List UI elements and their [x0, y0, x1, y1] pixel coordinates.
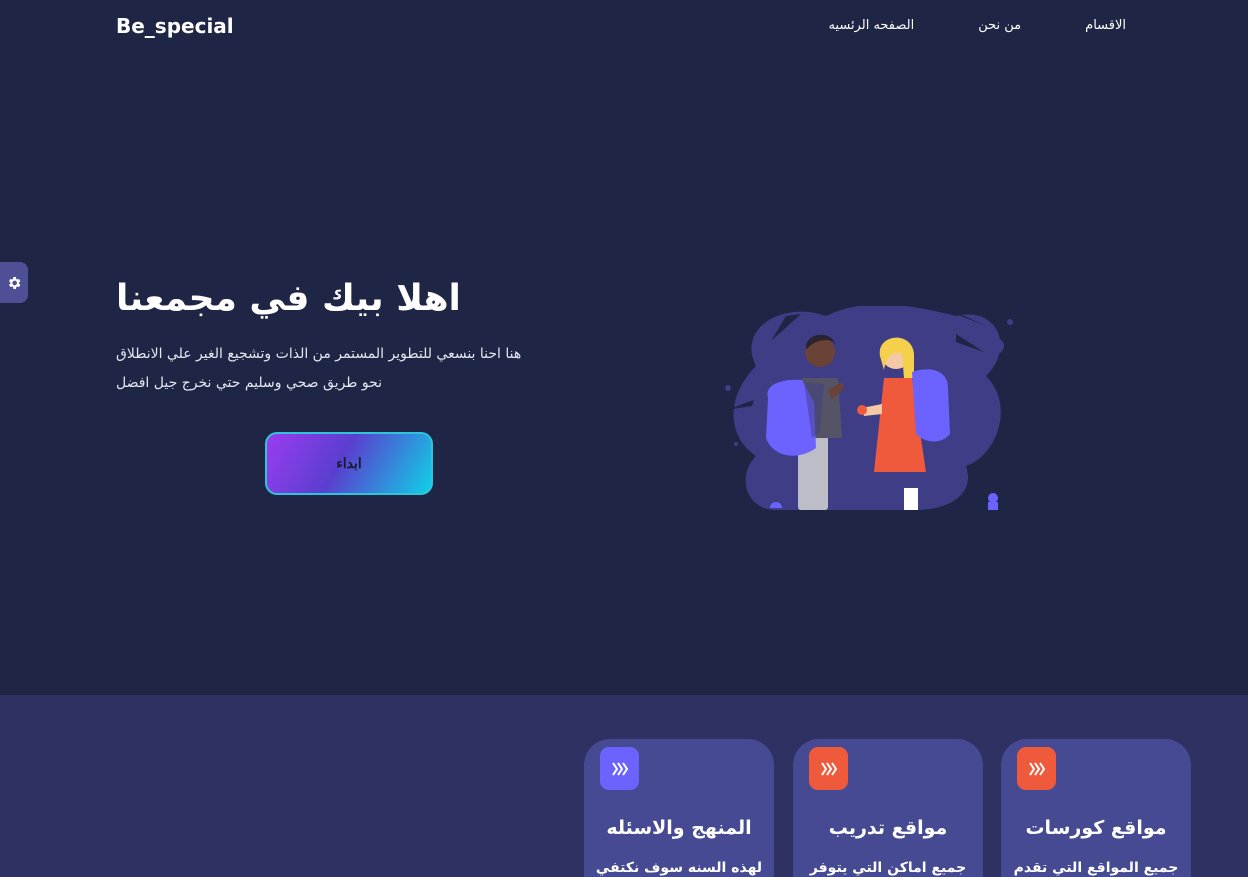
start-button[interactable]: ابداء: [265, 432, 433, 495]
card-courses[interactable]: مواقع كورسات جميع المواقع التي تقدم: [1001, 739, 1191, 877]
card-curriculum[interactable]: المنهج والاسئله لهذه السنه سوف نكتفي: [584, 739, 774, 877]
card-title: المنهج والاسئله: [606, 817, 752, 839]
page: Be_special الاقسام من نحن الصفحه الرئسيه…: [0, 0, 1248, 877]
hive-icon: [820, 761, 837, 776]
header: Be_special الاقسام من نحن الصفحه الرئسيه: [0, 0, 1248, 56]
brand-logo[interactable]: Be_special: [116, 14, 234, 38]
nav-item-sections[interactable]: الاقسام: [1085, 18, 1126, 33]
hero-description: هنا احنا بنسعي للتطوير المستمر من الذات …: [116, 340, 586, 398]
hive-icon: [611, 761, 628, 776]
main-nav: الاقسام من نحن الصفحه الرئسيه: [764, 18, 1126, 33]
card-text: لهذه السنه سوف نكتفي: [595, 860, 763, 876]
card-badge: [809, 747, 848, 790]
hero-text-line-2: نحو طريق صحي وسليم حتي نخرج جيل افضل: [116, 375, 383, 391]
gear-icon: [9, 276, 21, 289]
settings-toggle[interactable]: [0, 262, 28, 303]
hero-title: اهلا بيك في مجمعنا: [116, 278, 461, 319]
nav-item-home[interactable]: الصفحه الرئسيه: [828, 18, 914, 33]
students-illustration: [725, 306, 1013, 510]
card-title: مواقع كورسات: [1025, 817, 1167, 839]
nav-item-about[interactable]: من نحن: [978, 18, 1021, 33]
card-text: جميع المواقع التي تقدم: [1013, 860, 1179, 876]
card-badge: [1017, 747, 1056, 790]
hero-text-line-1: هنا احنا بنسعي للتطوير المستمر من الذات …: [116, 346, 522, 362]
card-title: مواقع تدريب: [828, 817, 948, 839]
card-text: جميع اماكن التي يتوفر: [809, 860, 967, 876]
card-badge: [600, 747, 639, 790]
features-section: مواقع كورسات جميع المواقع التي تقدم مواق…: [0, 695, 1248, 877]
hive-icon: [1028, 761, 1045, 776]
card-training[interactable]: مواقع تدريب جميع اماكن التي يتوفر: [793, 739, 983, 877]
